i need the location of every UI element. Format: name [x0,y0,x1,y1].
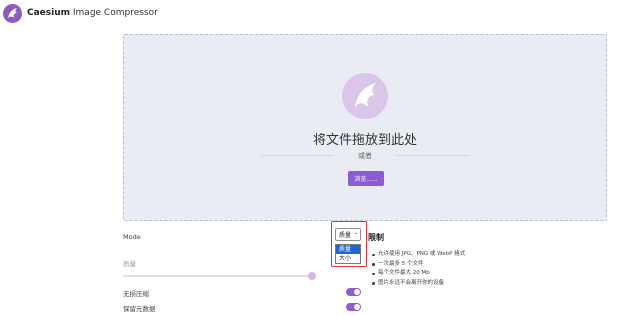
quality-slider-track[interactable] [123,275,313,277]
limits-item: 每个文件最大 20 Mb [372,269,465,279]
limits-item: 允许使用 JPG、PNG 或 WebP 格式 [372,250,465,260]
app-title: Caesium Image Compressor [27,8,158,18]
app-title-rest: Image Compressor [70,8,158,18]
limits-item: 图片永远不会离开你的设备 [372,279,465,289]
app-title-bold: Caesium [27,8,71,18]
quality-label: 质量 [123,260,136,268]
limits-title: 限制 [368,233,384,242]
caesium-bird-icon [342,73,388,119]
divider-right [396,155,469,156]
quality-slider-thumb[interactable] [308,272,316,280]
dropzone-title: 将文件拖放到此处 [312,133,417,148]
caesium-logo-icon [3,3,22,23]
lossless-label: 无损压缩 [123,290,149,298]
lossless-toggle[interactable] [346,288,361,296]
keep-metadata-label: 保留元数据 [123,305,156,313]
mode-label: Mode [123,233,141,241]
limits-item: 一次最多 5 个文件 [372,260,465,270]
app-header: Caesium Image Compressor [0,0,640,26]
focus-highlight-box [331,221,367,267]
file-dropzone[interactable]: 将文件拖放到此处 或者 浏览...... [123,34,607,221]
limits-list: 允许使用 JPG、PNG 或 WebP 格式 一次最多 5 个文件 每个文件最大… [372,250,465,288]
browse-button[interactable]: 浏览...... [348,171,384,186]
or-separator: 或者 [358,152,372,160]
keep-metadata-toggle[interactable] [346,303,361,311]
